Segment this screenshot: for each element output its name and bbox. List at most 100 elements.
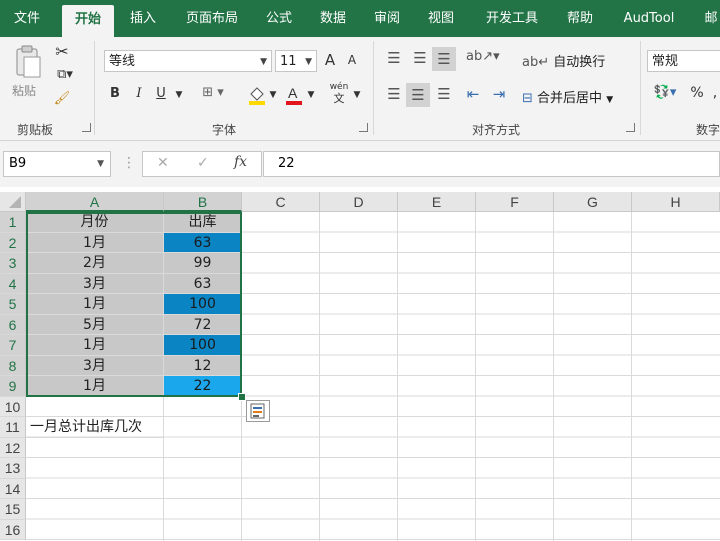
- grow-font-icon[interactable]: A: [322, 51, 338, 69]
- bold-button[interactable]: B: [106, 86, 124, 101]
- chevron-down-icon[interactable]: ▼: [352, 90, 362, 100]
- align-right-icon[interactable]: ☰: [432, 85, 456, 103]
- row-header-11[interactable]: 11: [0, 417, 26, 438]
- italic-button[interactable]: I: [130, 86, 148, 101]
- tab-data[interactable]: 数据: [310, 0, 356, 37]
- alignment-launcher-icon[interactable]: [626, 123, 635, 132]
- increase-indent-icon[interactable]: ⇥: [488, 85, 510, 103]
- merge-center-button[interactable]: ⊟ 合并后居中 ▼: [522, 87, 613, 106]
- column-header-c[interactable]: C: [242, 192, 320, 212]
- font-name-combo[interactable]: 等线 ▼: [104, 50, 272, 72]
- cell-b8[interactable]: 12: [164, 355, 242, 376]
- paste-button[interactable]: [10, 45, 44, 79]
- cell-a3[interactable]: 2月: [26, 253, 164, 274]
- cell-b9[interactable]: 22: [164, 376, 242, 397]
- align-top-icon[interactable]: ☰: [382, 49, 406, 67]
- cell-a4[interactable]: 3月: [26, 273, 164, 294]
- cell-b3[interactable]: 99: [164, 253, 242, 274]
- column-header-g[interactable]: G: [554, 192, 632, 212]
- cell-a8[interactable]: 3月: [26, 355, 164, 376]
- fill-handle[interactable]: [238, 393, 246, 401]
- currency-icon[interactable]: 💱▾: [650, 85, 680, 100]
- tab-developer[interactable]: 开发工具: [474, 0, 550, 37]
- row-header-13[interactable]: 13: [0, 458, 26, 479]
- row-header-10[interactable]: 10: [0, 396, 26, 417]
- cell-b1[interactable]: 出库: [164, 212, 242, 233]
- row-header-12[interactable]: 12: [0, 437, 26, 458]
- align-center-icon[interactable]: ☰: [406, 83, 430, 107]
- row-header-6[interactable]: 6: [0, 314, 26, 335]
- align-middle-icon[interactable]: ☰: [408, 49, 432, 67]
- cell-b6[interactable]: 72: [164, 314, 242, 335]
- column-header-e[interactable]: E: [398, 192, 476, 212]
- row-header-14[interactable]: 14: [0, 478, 26, 499]
- cell-a9[interactable]: 1月: [26, 376, 164, 397]
- worksheet-grid[interactable]: A B C D E F G H 1 2 3 4 5 6 7 8 9 10 11 …: [0, 192, 720, 541]
- cell-b4[interactable]: 63: [164, 273, 242, 294]
- font-launcher-icon[interactable]: [359, 123, 368, 132]
- wrap-text-button[interactable]: ab↵ 自动换行: [522, 51, 605, 70]
- chevron-down-icon[interactable]: ▼: [268, 90, 278, 100]
- formula-input[interactable]: 22: [263, 151, 720, 177]
- select-all-corner[interactable]: [0, 192, 26, 212]
- enter-icon[interactable]: ✓: [197, 155, 209, 171]
- format-painter-icon[interactable]: 🖌: [52, 91, 72, 106]
- column-header-b[interactable]: B: [164, 192, 242, 212]
- phonetic-guide-button[interactable]: wén 文: [328, 81, 350, 109]
- column-header-h[interactable]: H: [632, 192, 720, 212]
- tab-view[interactable]: 视图: [418, 0, 464, 37]
- chevron-down-icon[interactable]: ▼: [306, 90, 316, 100]
- cancel-icon[interactable]: ✕: [157, 155, 169, 171]
- cell-b5[interactable]: 100: [164, 294, 242, 315]
- tab-mail[interactable]: 邮: [696, 0, 720, 37]
- row-header-16[interactable]: 16: [0, 519, 26, 540]
- cell-a7[interactable]: 1月: [26, 335, 164, 356]
- align-bottom-icon[interactable]: ☰: [432, 47, 456, 71]
- comma-icon[interactable]: ,: [710, 85, 720, 101]
- copy-icon[interactable]: ⧉▾: [52, 67, 78, 82]
- tab-review[interactable]: 审阅: [364, 0, 410, 37]
- font-color-icon[interactable]: A: [284, 84, 304, 106]
- row-header-2[interactable]: 2: [0, 232, 26, 253]
- tab-home[interactable]: 开始: [62, 5, 114, 37]
- row-header-7[interactable]: 7: [0, 335, 26, 356]
- cell-a6[interactable]: 5月: [26, 314, 164, 335]
- name-box[interactable]: B9 ▼: [3, 151, 111, 177]
- row-header-9[interactable]: 9: [0, 376, 26, 397]
- cell-a11[interactable]: 一月总计出库几次: [26, 417, 164, 438]
- column-header-d[interactable]: D: [320, 192, 398, 212]
- column-header-f[interactable]: F: [476, 192, 554, 212]
- orientation-icon[interactable]: ab↗▾: [466, 49, 500, 64]
- font-size-combo[interactable]: 11 ▼: [275, 50, 317, 72]
- border-icon[interactable]: ⊞ ▾: [198, 85, 228, 100]
- row-header-8[interactable]: 8: [0, 355, 26, 376]
- cell-a2[interactable]: 1月: [26, 232, 164, 253]
- cell-a1[interactable]: 月份: [26, 212, 164, 233]
- tab-file[interactable]: 文件: [0, 0, 54, 37]
- tab-audtool[interactable]: AudTool: [612, 0, 686, 37]
- cell-b2[interactable]: 63: [164, 232, 242, 253]
- tab-help[interactable]: 帮助: [558, 0, 602, 37]
- fill-color-icon[interactable]: [247, 84, 267, 106]
- insert-function-icon[interactable]: fx: [234, 154, 247, 170]
- row-header-4[interactable]: 4: [0, 273, 26, 294]
- decrease-indent-icon[interactable]: ⇤: [462, 85, 484, 103]
- underline-button[interactable]: U: [152, 86, 170, 101]
- row-header-3[interactable]: 3: [0, 253, 26, 274]
- column-header-a[interactable]: A: [26, 192, 164, 212]
- row-header-15[interactable]: 15: [0, 499, 26, 520]
- tab-formulas[interactable]: 公式: [256, 0, 302, 37]
- align-left-icon[interactable]: ☰: [382, 85, 406, 103]
- chevron-down-icon[interactable]: ▼: [172, 90, 186, 100]
- number-format-combo[interactable]: 常规: [647, 50, 720, 72]
- row-header-5[interactable]: 5: [0, 294, 26, 315]
- cell-a5[interactable]: 1月: [26, 294, 164, 315]
- percent-button[interactable]: %: [688, 85, 706, 101]
- shrink-font-icon[interactable]: A: [344, 53, 360, 67]
- cell-b7[interactable]: 100: [164, 335, 242, 356]
- tab-page-layout[interactable]: 页面布局: [176, 0, 248, 37]
- tab-insert[interactable]: 插入: [120, 0, 166, 37]
- clipboard-launcher-icon[interactable]: [82, 123, 91, 132]
- row-header-1[interactable]: 1: [0, 212, 26, 233]
- cut-icon[interactable]: ✂: [52, 42, 72, 61]
